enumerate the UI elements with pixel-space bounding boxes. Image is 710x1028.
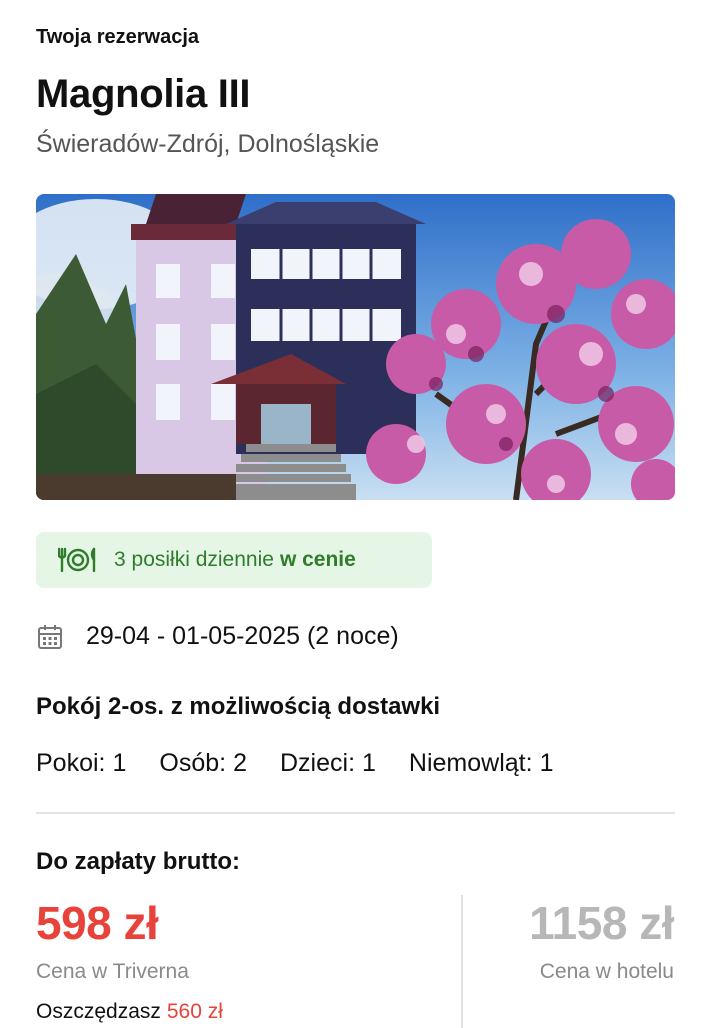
- hotel-photo-image: [36, 194, 675, 500]
- savings-amount: 560 zł: [166, 1000, 223, 1023]
- occupancy-infants: Niemowląt: 1: [408, 749, 554, 777]
- occupancy-rooms: Pokoi: 1: [36, 749, 127, 777]
- hotel-name: Magnolia III: [36, 72, 251, 116]
- hotel-photo: [36, 194, 675, 500]
- section-title: Twoja rezerwacja: [36, 26, 200, 48]
- price-triverna-caption: Cena w Triverna: [36, 960, 189, 983]
- meal-plate-icon: [58, 547, 96, 573]
- meals-included-badge: 3 posiłki dziennie w cenie: [36, 532, 432, 588]
- stay-dates: 29-04 - 01-05-2025 (2 noce): [36, 622, 399, 651]
- price-hotel: 1158 zł: [529, 897, 674, 949]
- price-triverna: 598 zł: [36, 897, 159, 949]
- price-hotel-caption: Cena w hotelu: [539, 960, 674, 983]
- occupancy-summary: Pokoi: 1 Osób: 2 Dzieci: 1 Niemowląt: 1: [36, 749, 586, 778]
- savings-info: Oszczędzasz 560 zł: [36, 1000, 223, 1023]
- payment-label: Do zapłaty brutto:: [36, 848, 240, 875]
- price-divider: [461, 895, 463, 1028]
- hotel-location: Świeradów-Zdrój, Dolnośląskie: [36, 130, 380, 158]
- meals-text: 3 posiłki dziennie w cenie: [114, 548, 356, 571]
- meals-included-label: w cenie: [279, 548, 356, 571]
- calendar-icon: [38, 624, 62, 649]
- divider: [36, 812, 675, 814]
- occupancy-persons: Osób: 2: [159, 749, 247, 777]
- room-type: Pokój 2-os. z możliwością dostawki: [36, 693, 441, 720]
- stay-dates-text: 29-04 - 01-05-2025 (2 noce): [86, 622, 399, 650]
- occupancy-children: Dzieci: 1: [280, 749, 376, 777]
